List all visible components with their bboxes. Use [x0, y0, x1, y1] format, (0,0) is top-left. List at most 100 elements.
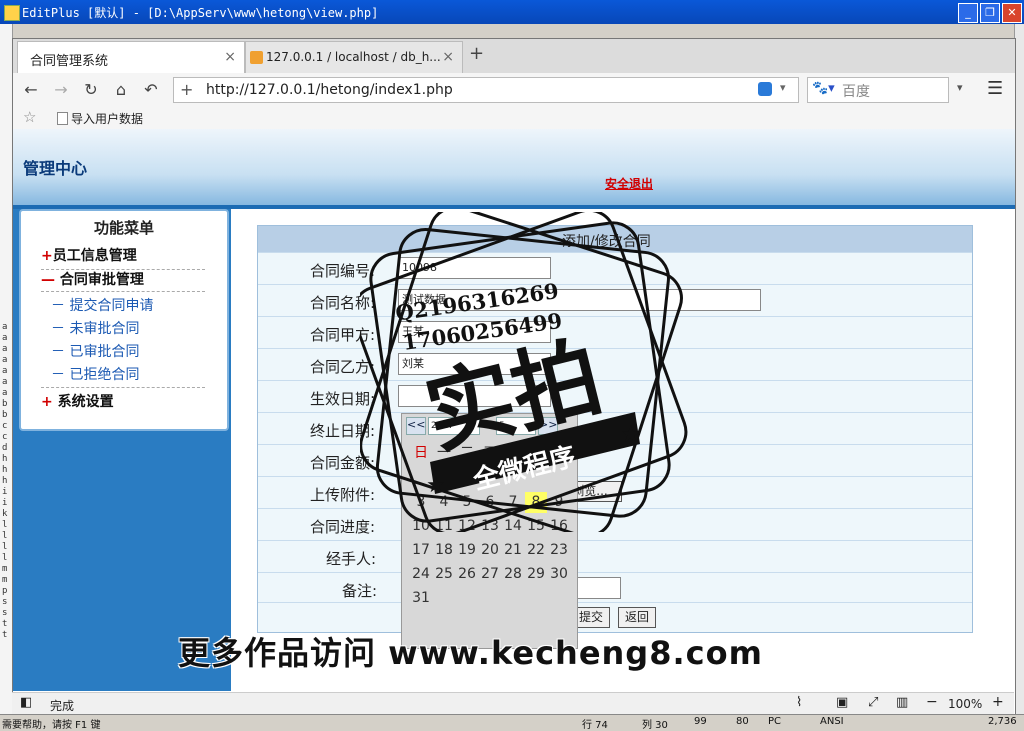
label-effective-date: 生效日期:: [310, 390, 376, 408]
effective-date-input[interactable]: [398, 385, 551, 407]
row-handler: 经手人:: [258, 540, 972, 572]
month-select[interactable]: 5: [496, 417, 536, 435]
back-arrow-icon[interactable]: ←: [19, 79, 43, 101]
next-year-button[interactable]: >>: [538, 417, 558, 435]
bullet-dash-icon: －: [51, 367, 70, 383]
expand-icon: +: [41, 394, 53, 410]
calendar-day[interactable]: 24: [410, 564, 432, 585]
tab-close-icon[interactable]: ×: [442, 49, 454, 65]
gutter-char: m: [2, 575, 8, 585]
close-window-button[interactable]: ✕: [1002, 3, 1022, 23]
year-select[interactable]: 2017: [428, 417, 480, 435]
calendar-day[interactable]: 21: [502, 540, 524, 561]
calendar-day[interactable]: 26: [456, 564, 478, 585]
calendar-day[interactable]: 11: [433, 516, 455, 537]
url-text[interactable]: http://127.0.0.1/hetong/index1.php: [206, 82, 453, 98]
menu-group-system-settings[interactable]: + 系统设置: [41, 391, 114, 411]
calendar-day[interactable]: 7: [502, 492, 524, 513]
menu-item-rejected[interactable]: － 已拒绝合同: [51, 364, 139, 384]
bookmarks-bar: ☆ 导入用户数据: [13, 107, 1015, 130]
contract-name-input[interactable]: 测试数据: [398, 289, 761, 311]
maximize-button[interactable]: ❐: [980, 3, 1000, 23]
menu-icon[interactable]: ☰: [987, 78, 1003, 99]
weekday-header: 三: [483, 445, 497, 461]
tab-contract-system[interactable]: 合同管理系统 ×: [17, 41, 245, 74]
date-picker-popup: << 2017 5 >> 日 一 二 三 四 3 4 5 6 7 8 9 10 11 12 13 14…: [401, 413, 578, 649]
chevron-down-icon[interactable]: ▾: [780, 81, 786, 94]
calendar-day[interactable]: 5: [456, 492, 478, 513]
zoom-in-icon[interactable]: +: [992, 694, 1004, 710]
calendar-day[interactable]: 9: [548, 492, 570, 513]
calendar-day[interactable]: 14: [502, 516, 524, 537]
calendar-day[interactable]: 25: [433, 564, 455, 585]
tab-label: 127.0.0.1 / localhost / db_h...: [266, 50, 441, 64]
address-bar[interactable]: + http://127.0.0.1/hetong/index1.php ▾: [173, 77, 799, 103]
gutter-char: a: [2, 388, 8, 398]
logout-link[interactable]: 安全退出: [605, 175, 653, 192]
menu-item-unapproved[interactable]: － 未审批合同: [51, 318, 139, 338]
status-size: 2,736: [988, 716, 1017, 727]
menu-group-employee[interactable]: +员工信息管理: [41, 245, 137, 265]
calendar-day[interactable]: 28: [502, 564, 524, 585]
sidebar: 功能菜单 +员工信息管理 — 合同审批管理 － 提交合同申请 － 未审批合同 －…: [13, 209, 231, 691]
add-favorite-icon[interactable]: +: [180, 80, 193, 99]
back-button[interactable]: 返回: [618, 607, 656, 628]
calendar-day[interactable]: 29: [525, 564, 547, 585]
gutter-char: t: [2, 630, 8, 640]
calendar-day[interactable]: 31: [410, 588, 432, 609]
tab-close-icon[interactable]: ×: [224, 49, 236, 65]
fullscreen-icon[interactable]: ⤢: [868, 695, 878, 710]
menu-group-contract-approval[interactable]: — 合同审批管理: [41, 269, 144, 289]
calendar-day[interactable]: 6: [479, 492, 501, 513]
menu-divider: [41, 387, 205, 388]
prev-year-button[interactable]: <<: [406, 417, 426, 435]
party-a-input[interactable]: 王某: [398, 321, 551, 343]
calendar-day[interactable]: 4: [433, 492, 455, 513]
calendar-day[interactable]: 8: [525, 492, 547, 513]
calendar-day[interactable]: 23: [548, 540, 570, 561]
home-icon[interactable]: ⌂: [109, 79, 133, 101]
calendar-day[interactable]: 19: [456, 540, 478, 561]
calendar-day[interactable]: 22: [525, 540, 547, 561]
zoom-level[interactable]: 100%: [948, 697, 982, 711]
label-attachment: 上传附件:: [310, 486, 376, 504]
menu-item-submit-contract[interactable]: － 提交合同申请: [51, 295, 153, 315]
gutter-char: p: [2, 586, 8, 596]
calendar-day[interactable]: 3: [410, 492, 432, 513]
party-b-input[interactable]: 刘某: [398, 353, 551, 375]
star-icon[interactable]: ☆: [23, 108, 36, 126]
calendar-day[interactable]: 16: [548, 516, 570, 537]
gutter-char: k: [2, 509, 8, 519]
calendar-day[interactable]: 18: [433, 540, 455, 561]
form-header: 添加/修改合同: [258, 226, 972, 252]
row-contract-name: 合同名称: 测试数据: [258, 284, 972, 316]
split-view-icon[interactable]: ▥: [896, 695, 908, 710]
graph-icon[interactable]: ⌇: [796, 695, 802, 710]
calendar-day[interactable]: 15: [525, 516, 547, 537]
calendar-day[interactable]: 30: [548, 564, 570, 585]
refresh-icon[interactable]: ↻: [79, 79, 103, 101]
sidebar-toggle-icon[interactable]: ◧: [20, 695, 32, 710]
calendar-day[interactable]: 10: [410, 516, 432, 537]
tab-phpmyadmin[interactable]: 127.0.0.1 / localhost / db_h... ×: [245, 41, 463, 74]
calendar-day[interactable]: 13: [479, 516, 501, 537]
row-party-b: 合同乙方: 刘某: [258, 348, 972, 380]
zoom-out-icon[interactable]: −: [926, 694, 938, 710]
menu-item-approved[interactable]: － 已审批合同: [51, 341, 139, 361]
bookmark-import-users[interactable]: 导入用户数据: [71, 110, 143, 127]
minimize-button[interactable]: _: [958, 3, 978, 23]
screenshot-icon[interactable]: ▣: [836, 695, 848, 710]
compat-mode-icon[interactable]: [758, 82, 772, 96]
calendar-day[interactable]: 27: [479, 564, 501, 585]
undo-icon[interactable]: ↶: [139, 79, 163, 101]
gutter-char: i: [2, 498, 8, 508]
calendar-day[interactable]: 12: [456, 516, 478, 537]
new-tab-button[interactable]: +: [469, 43, 484, 64]
contract-number-input[interactable]: 10098: [398, 257, 551, 279]
search-input[interactable]: 🐾▾ 百度: [807, 77, 949, 103]
baidu-paw-icon[interactable]: 🐾▾: [812, 81, 835, 96]
forward-arrow-icon[interactable]: →: [49, 79, 73, 101]
calendar-day[interactable]: 17: [410, 540, 432, 561]
search-dropdown-icon[interactable]: ▾: [957, 81, 963, 94]
calendar-day[interactable]: 20: [479, 540, 501, 561]
